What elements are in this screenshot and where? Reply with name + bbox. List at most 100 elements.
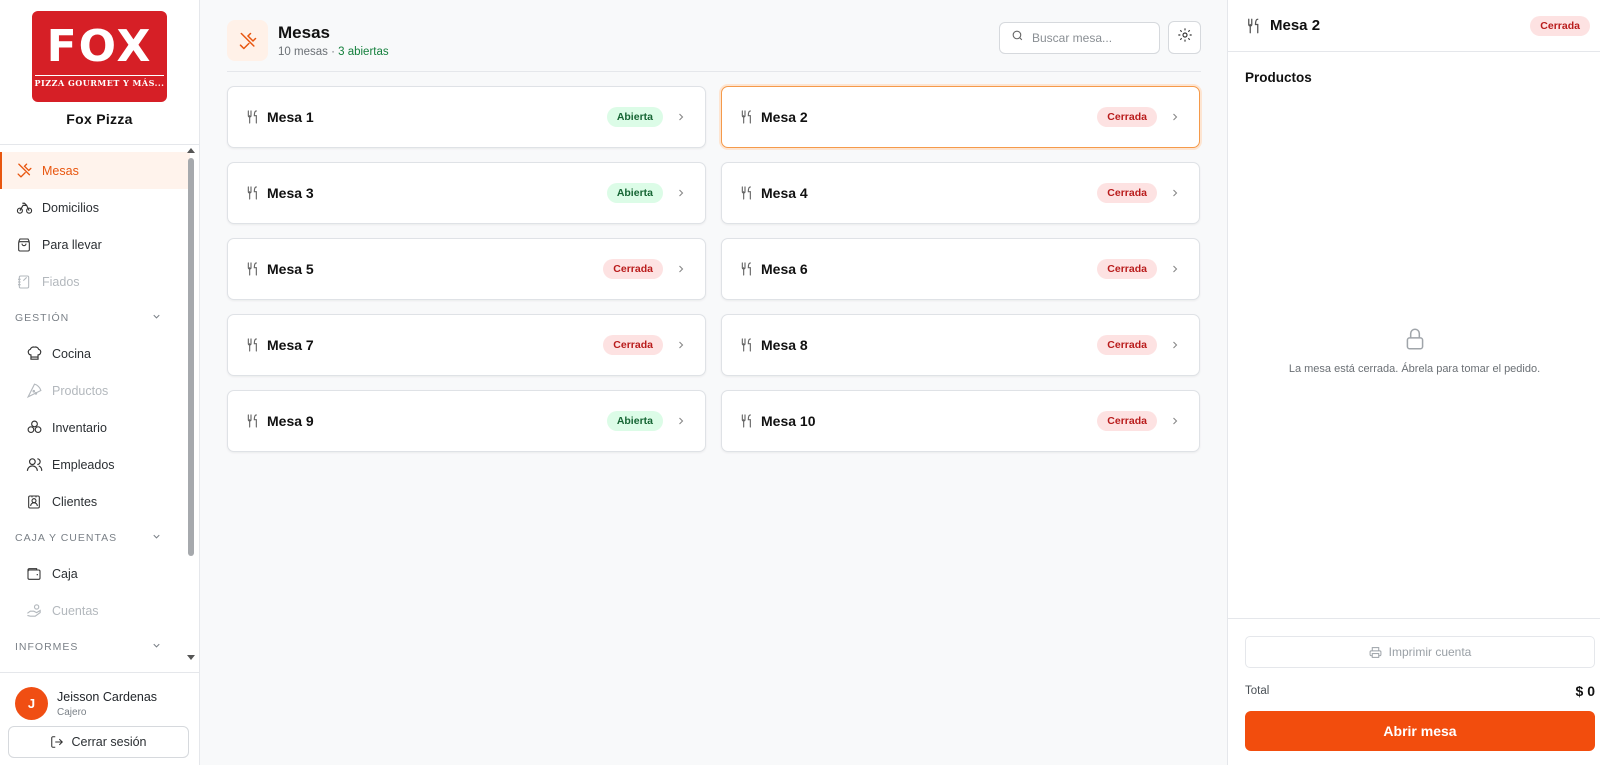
page-title: Mesas [278,23,330,42]
open-count: 3 abiertas [338,46,389,58]
status-badge: Cerrada [603,335,663,355]
sidebar-item-inventario[interactable]: Inventario [0,409,190,446]
user-block: J Jeisson Cardenas Cajero Cerrar sesión [0,672,200,765]
wallet-icon [25,565,43,583]
sidebar-item-domicilios[interactable]: Domicilios [0,189,190,226]
utensils-icon [739,337,755,353]
status-badge: Cerrada [1097,259,1157,279]
sidebar-item-label: Inventario [52,420,107,435]
sidebar-nav: Mesas Domicilios Para llevar Fiados GEST… [0,152,190,670]
pizza-icon [25,382,43,400]
logout-label: Cerrar sesión [71,735,147,749]
log-out-icon [50,735,64,749]
notebook-icon [15,273,33,291]
sidebar-item-clientes[interactable]: Clientes [0,483,190,520]
print-bill-button[interactable]: Imprimir cuenta [1245,636,1595,668]
open-table-button[interactable]: Abrir mesa [1245,711,1595,751]
sidebar-item-para-llevar[interactable]: Para llevar [0,226,190,263]
utensils-crossed-icon [15,162,33,180]
sidebar-item-label: Mesas [42,163,79,178]
main-content: Mesas 10 mesas · 3 abiertas Mesa 1 Abiert… [200,0,1227,765]
utensils-icon [1245,17,1263,35]
empty-state: La mesa está cerrada. Ábrela para tomar … [1228,326,1600,375]
logo-text: FOX [46,21,153,72]
sidebar-item-label: Para llevar [42,237,102,252]
status-badge: Cerrada [1097,335,1157,355]
sidebar: FOX PIZZA GOURMET Y MÁS... Fox Pizza Mes… [0,0,200,765]
table-name: Mesa 9 [267,413,314,429]
status-badge: Cerrada [1097,411,1157,431]
contact-icon [25,493,43,511]
shopping-bag-icon [15,236,33,254]
table-name: Mesa 4 [761,185,808,201]
chevron-right-icon [1169,415,1181,427]
page-subtitle: 10 mesas · 3 abiertas [278,46,389,58]
logout-button[interactable]: Cerrar sesión [8,726,189,758]
scrollbar-thumb[interactable] [188,158,194,556]
sidebar-item-label: Cuentas [52,603,99,618]
section-label: INFORMES [15,640,79,653]
brand-name: Fox Pizza [66,111,133,127]
gear-icon [1177,27,1193,48]
total-row: Total $ 0 [1245,683,1595,699]
print-label: Imprimir cuenta [1388,645,1472,659]
table-card-mesa-10[interactable]: Mesa 10 Cerrada [721,390,1200,452]
table-card-mesa-5[interactable]: Mesa 5 Cerrada [227,238,706,300]
lock-icon [1402,326,1428,352]
sidebar-item-cocina[interactable]: Cocina [0,335,190,372]
table-card-mesa-8[interactable]: Mesa 8 Cerrada [721,314,1200,376]
status-badge: Abierta [606,183,663,203]
search-input[interactable] [1032,31,1152,45]
table-card-mesa-9[interactable]: Mesa 9 Abierta [227,390,706,452]
utensils-icon [739,185,755,201]
panel-title: Mesa 2 [1270,17,1321,34]
settings-button[interactable] [1168,21,1201,54]
avatar: J [15,687,48,720]
utensils-icon [245,337,261,353]
hand-coins-icon [25,602,43,620]
chevron-right-icon [1169,263,1181,275]
sidebar-item-label: Caja [52,566,78,581]
fox-pizza-logo[interactable]: FOX PIZZA GOURMET Y MÁS... [32,11,167,102]
table-card-mesa-1[interactable]: Mesa 1 Abierta [227,86,706,148]
table-card-mesa-2[interactable]: Mesa 2 Cerrada [721,86,1200,148]
sidebar-item-caja[interactable]: Caja [0,555,190,592]
printer-icon [1369,646,1382,659]
logo-tagline: PIZZA GOURMET Y MÁS... [34,75,165,88]
section-informes[interactable]: INFORMES [0,629,190,664]
separator: · [331,46,335,58]
utensils-icon [245,413,261,429]
chevron-right-icon [1169,187,1181,199]
sidebar-item-label: Domicilios [42,200,99,215]
section-caja-y-cuentas[interactable]: CAJA Y CUENTAS [0,520,190,555]
section-gestion[interactable]: GESTIÓN [0,300,190,335]
table-name: Mesa 2 [761,109,808,125]
sidebar-item-fiados[interactable]: Fiados [0,263,190,300]
sidebar-item-cuentas[interactable]: Cuentas [0,592,190,629]
scroll-down-arrow[interactable] [187,655,195,660]
products-heading: Productos [1245,70,1312,85]
table-card-mesa-7[interactable]: Mesa 7 Cerrada [227,314,706,376]
table-card-mesa-3[interactable]: Mesa 3 Abierta [227,162,706,224]
sidebar-item-label: Clientes [52,494,98,509]
table-name: Mesa 1 [267,109,314,125]
sidebar-item-label: Cocina [52,346,91,361]
utensils-icon [245,185,261,201]
users-icon [25,456,43,474]
status-badge: Cerrada [603,259,663,279]
sidebar-item-label: Empleados [52,457,115,472]
table-card-mesa-6[interactable]: Mesa 6 Cerrada [721,238,1200,300]
sidebar-scrollbar[interactable] [187,148,195,660]
utensils-icon [739,261,755,277]
table-name: Mesa 10 [761,413,816,429]
sidebar-item-mesas[interactable]: Mesas [0,152,190,189]
table-detail-panel: Mesa 2 Cerrada Productos La mesa está ce… [1227,0,1600,765]
sidebar-item-label: Productos [52,383,109,398]
sidebar-item-label: Fiados [42,274,80,289]
scroll-up-arrow[interactable] [187,148,195,153]
chevron-right-icon [675,263,687,275]
sidebar-item-productos[interactable]: Productos [0,372,190,409]
table-card-mesa-4[interactable]: Mesa 4 Cerrada [721,162,1200,224]
search-box[interactable] [999,22,1160,54]
sidebar-item-empleados[interactable]: Empleados [0,446,190,483]
